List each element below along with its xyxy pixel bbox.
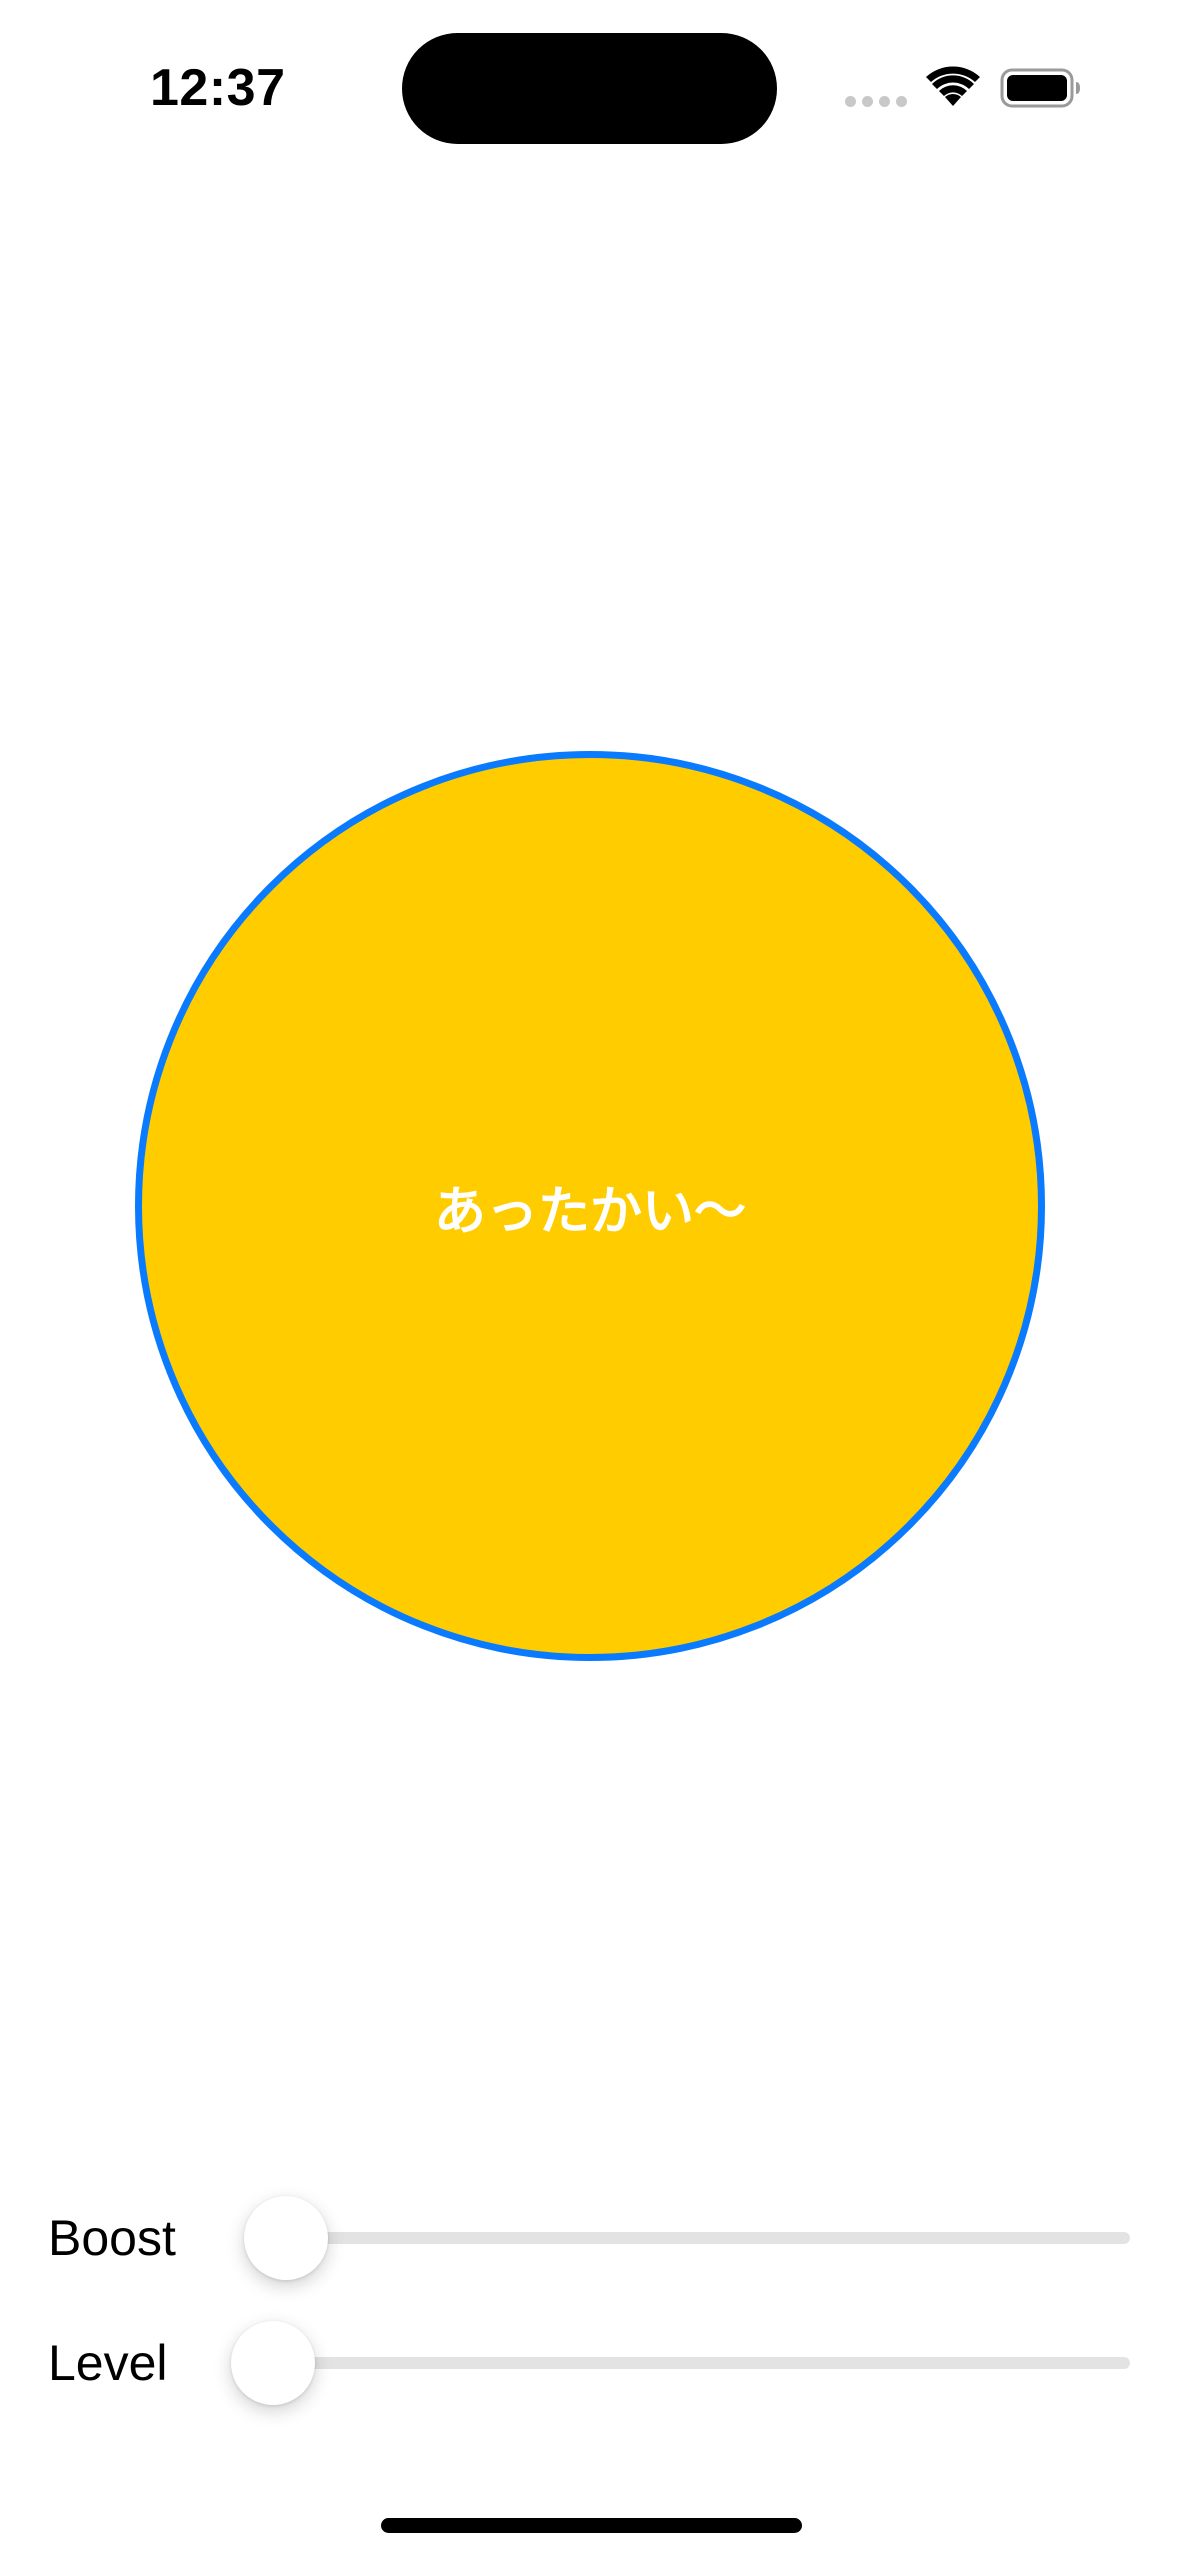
level-slider[interactable]: [231, 2321, 1130, 2405]
battery-icon: [1000, 68, 1080, 108]
boost-slider-thumb[interactable]: [244, 2196, 328, 2280]
circle-label: あったかい〜: [433, 1181, 746, 1242]
dynamic-island: [402, 33, 777, 144]
level-label: Level: [48, 2335, 168, 2391]
cellular-signal-icon: [845, 96, 907, 107]
level-slider-row: Level: [48, 2318, 1130, 2408]
boost-slider[interactable]: [244, 2196, 1130, 2280]
boost-slider-row: Boost: [48, 2193, 1130, 2283]
warm-circle-button[interactable]: あったかい〜: [135, 751, 1045, 1661]
level-slider-thumb[interactable]: [231, 2321, 315, 2405]
status-time: 12:37: [150, 59, 286, 117]
wifi-icon: [926, 66, 980, 106]
home-indicator: [381, 2518, 802, 2533]
boost-label: Boost: [48, 2210, 176, 2266]
